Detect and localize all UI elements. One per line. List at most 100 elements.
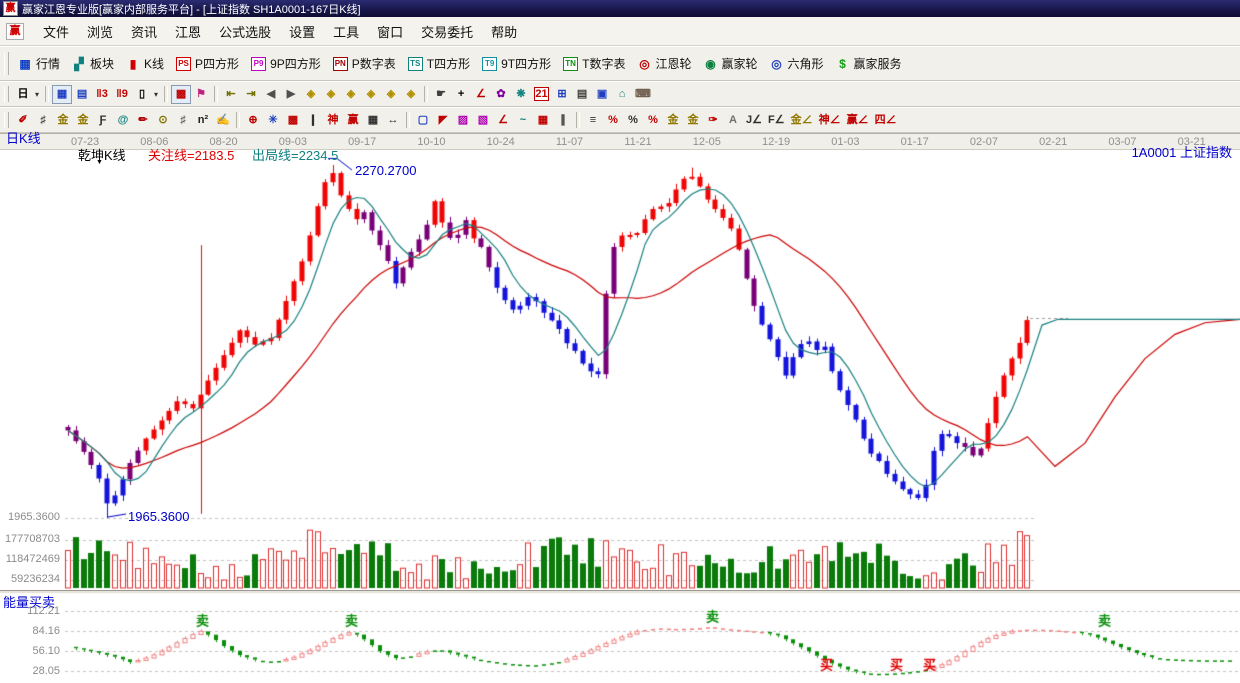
crosshair-button[interactable]: +	[451, 85, 471, 104]
9t-square-button[interactable]: T99T四方形	[477, 53, 556, 75]
f-angle-button[interactable]: F∠	[765, 111, 788, 130]
n2-button[interactable]: n²	[193, 111, 213, 130]
9p-square-button[interactable]: P99P四方形	[246, 53, 326, 75]
god-grid-button[interactable]: 神	[323, 111, 343, 130]
gold-grid2-button[interactable]: 金	[73, 111, 93, 130]
quote-button[interactable]: ▦行情	[13, 53, 65, 75]
angle-lines-button[interactable]: ∠	[493, 111, 513, 130]
menu-item-帮助[interactable]: 帮助	[482, 19, 526, 44]
menu-item-窗口[interactable]: 窗口	[368, 19, 412, 44]
god-angle-button[interactable]: 神∠	[816, 111, 844, 130]
pane-divider[interactable]	[0, 590, 1240, 594]
diamond-compress-button[interactable]: ◈	[361, 85, 381, 104]
notes-button[interactable]: ▤	[572, 85, 592, 104]
diamond-expand-button[interactable]: ◈	[381, 85, 401, 104]
title-bar[interactable]: 赢 赢家江恩专业版[赢家内部服务平台] - [上证指数 SH1A0001-167…	[0, 0, 1240, 17]
formula-button[interactable]: ▩	[171, 85, 191, 104]
fan-box2-button[interactable]: ▧	[473, 111, 493, 130]
sector-button[interactable]: ▞板块	[67, 53, 119, 75]
square-select-button[interactable]: ▢	[413, 111, 433, 130]
curve-fan-button[interactable]: ~	[513, 111, 533, 130]
f-grid-button[interactable]: Ƒ	[93, 111, 113, 130]
win-angle-button[interactable]: 赢∠	[844, 111, 872, 130]
price-scale-button[interactable]: ≡	[583, 111, 603, 130]
comb-grid-button[interactable]: ♯	[33, 111, 53, 130]
kline-button[interactable]: ▮K线	[121, 53, 169, 75]
parallel-button[interactable]: ∥	[553, 111, 573, 130]
gold-under-button[interactable]: 金	[683, 111, 703, 130]
pc-view-button[interactable]: ⌂	[612, 85, 632, 104]
calendar-button[interactable]: 21	[531, 85, 552, 104]
a-mark-button[interactable]: A	[723, 111, 743, 130]
toolbar-grip[interactable]	[4, 52, 9, 75]
p-number-button[interactable]: PNP数字表	[328, 53, 401, 75]
width-arrow-button[interactable]: ↔	[383, 111, 403, 130]
menu-item-文件[interactable]: 文件	[34, 19, 78, 44]
ornament-button[interactable]: ✿	[491, 85, 511, 104]
brush-price-button[interactable]: ✑	[703, 111, 723, 130]
save-button[interactable]: ▣	[592, 85, 612, 104]
four-angle-button[interactable]: 四∠	[872, 111, 900, 130]
t-square-button[interactable]: TST四方形	[403, 53, 475, 75]
print-button[interactable]: ⌨	[632, 85, 654, 104]
gold-angle-button[interactable]: 金∠	[788, 111, 816, 130]
menu-item-公式选股[interactable]: 公式选股	[210, 19, 280, 44]
menu-item-工具[interactable]: 工具	[324, 19, 368, 44]
diamond-h-button[interactable]: ◈	[341, 85, 361, 104]
gold-grid-button[interactable]: 金	[53, 111, 73, 130]
first-page-button[interactable]: ⇤	[221, 85, 241, 104]
dense-comb-button[interactable]: ♯	[173, 111, 193, 130]
fan-box-button[interactable]: ▨	[453, 111, 473, 130]
percent-button[interactable]: %	[623, 111, 643, 130]
toolbar-grip[interactable]	[4, 112, 9, 129]
winner-service-button[interactable]: $赢家服务	[831, 53, 907, 75]
t-number-button[interactable]: TNT数字表	[558, 53, 630, 75]
candle-type-button[interactable]: ▯▾	[132, 85, 161, 104]
quote-mark-button[interactable]: ❙	[303, 111, 323, 130]
winner-wheel-button[interactable]: ◉赢家轮	[698, 53, 762, 75]
grid-123-button[interactable]: ▦	[363, 111, 383, 130]
diamond-right-button[interactable]: ◈	[321, 85, 341, 104]
diamond-full-button[interactable]: ◈	[401, 85, 421, 104]
menu-item-设置[interactable]: 设置	[280, 19, 324, 44]
period-style-button[interactable]: 日▾	[13, 85, 42, 104]
network-button[interactable]: ❋	[511, 85, 531, 104]
menu-item-浏览[interactable]: 浏览	[78, 19, 122, 44]
gold-circle-button[interactable]: 金	[663, 111, 683, 130]
percent-under-button[interactable]: %	[643, 111, 663, 130]
brush-tool-button[interactable]: ✐	[13, 111, 33, 130]
menu-item-资讯[interactable]: 资讯	[122, 19, 166, 44]
kline-mode-dropdown-icon[interactable]: ▼	[96, 159, 103, 166]
win-grid-button[interactable]: 赢	[343, 111, 363, 130]
target-button[interactable]: ⊕	[243, 111, 263, 130]
spiral-button[interactable]: @	[113, 111, 133, 130]
f10-info-button[interactable]: ▤	[72, 85, 92, 104]
zone-select-button[interactable]: ▦	[52, 85, 72, 104]
hand-tool-button[interactable]: ☛	[431, 85, 451, 104]
flag-button[interactable]: ⚑	[191, 85, 211, 104]
pen-lines-button[interactable]: ✍	[213, 111, 233, 130]
nine-bars-button[interactable]: ‖9	[112, 85, 132, 104]
p-square-button[interactable]: PSP四方形	[171, 53, 244, 75]
measure-button[interactable]: ∠	[471, 85, 491, 104]
diamond-left-button[interactable]: ◈	[301, 85, 321, 104]
toolbar-grip[interactable]	[4, 86, 9, 103]
pane1-period-label[interactable]: 日K线	[6, 128, 41, 147]
last-page-button[interactable]: ⇥	[241, 85, 261, 104]
calculator-button[interactable]: ⊞	[552, 85, 572, 104]
circle-ruler-button[interactable]: ⊙	[153, 111, 173, 130]
starburst-button[interactable]: ✳	[263, 111, 283, 130]
fan-lines-button[interactable]: ◤	[433, 111, 453, 130]
menu-item-江恩[interactable]: 江恩	[166, 19, 210, 44]
gann-wheel-button[interactable]: ◎江恩轮	[632, 53, 696, 75]
triple-grid-button[interactable]: ▦	[533, 111, 553, 130]
three-bars-button[interactable]: ‖3	[92, 85, 112, 104]
menu-item-交易委托[interactable]: 交易委托	[412, 19, 482, 44]
brush2-button[interactable]: ✏	[133, 111, 153, 130]
next-button[interactable]: ▶	[281, 85, 301, 104]
net-square-button[interactable]: ▩	[283, 111, 303, 130]
percent-line-button[interactable]: %	[603, 111, 623, 130]
j-angle-button[interactable]: J∠	[743, 111, 765, 130]
prev-button[interactable]: ◀	[261, 85, 281, 104]
hexagon-button[interactable]: ◎六角形	[765, 53, 829, 75]
